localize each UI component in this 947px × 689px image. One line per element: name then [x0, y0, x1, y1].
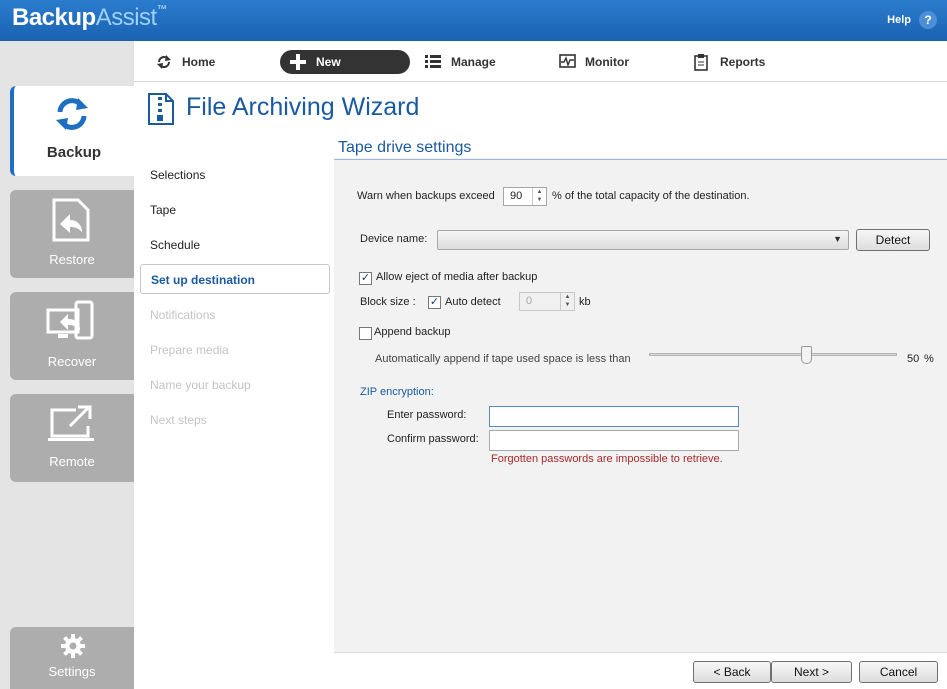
- wizard-title: File Archiving Wizard: [186, 93, 420, 121]
- section-divider: [334, 159, 947, 160]
- auto-append-label: Automatically append if tape used space …: [375, 353, 631, 365]
- block-size-value: 0: [526, 295, 533, 307]
- step-prepare-media: Prepare media: [150, 343, 229, 357]
- allow-eject-checkbox[interactable]: ✓: [359, 272, 372, 285]
- device-name-dropdown[interactable]: ▼: [437, 230, 849, 250]
- nav-monitor[interactable]: Monitor: [559, 50, 649, 74]
- restore-icon: [52, 198, 90, 242]
- auto-append-slider-thumb[interactable]: [800, 346, 812, 364]
- sidebar-item-remote[interactable]: Remote: [10, 394, 134, 482]
- nav-home-label: Home: [182, 55, 216, 69]
- sidebar-label-backup: Backup: [46, 144, 102, 161]
- warn-capacity-value: 90: [510, 190, 523, 202]
- next-button[interactable]: Next >: [771, 661, 852, 683]
- enter-password-label: Enter password:: [387, 409, 467, 421]
- brand-part2: Assist: [95, 4, 158, 31]
- nav-home[interactable]: Home: [156, 50, 236, 74]
- brand-part1: Backup: [12, 4, 96, 31]
- sidebar-label-restore: Restore: [49, 252, 95, 267]
- warn-prefix-label: Warn when backups exceed: [357, 190, 495, 202]
- gear-icon: [61, 634, 85, 658]
- append-backup-label: Append backup: [374, 326, 451, 338]
- clipboard-icon: [694, 54, 708, 71]
- nav-reports-label: Reports: [720, 55, 766, 69]
- help-link[interactable]: Help: [887, 14, 911, 26]
- block-size-spinner: 0 ▲ ▼: [519, 292, 575, 311]
- auto-append-unit: %: [924, 353, 934, 365]
- spinner-arrows-icon: ▲ ▼: [560, 293, 574, 310]
- sidebar-item-settings[interactable]: Settings: [10, 627, 134, 689]
- recover-icon: [46, 300, 94, 340]
- backup-sync-icon: [56, 98, 88, 130]
- sidebar-label-settings: Settings: [48, 664, 96, 679]
- step-tape[interactable]: Tape: [140, 195, 330, 225]
- password-warning: Forgotten passwords are impossible to re…: [491, 453, 723, 465]
- section-title: Tape drive settings: [338, 139, 472, 156]
- auto-append-percent: 50: [907, 353, 920, 365]
- step-notifications: Notifications: [150, 308, 216, 322]
- wizard-steps: Selections Tape Schedule Set up destinat…: [134, 158, 334, 689]
- chevron-down-icon: ▼: [833, 234, 842, 244]
- auto-detect-label: Auto detect: [445, 296, 501, 308]
- nav-manage-label: Manage: [451, 55, 496, 69]
- sidebar-item-backup[interactable]: Backup: [10, 86, 134, 176]
- brand-logo: BackupAssist™: [12, 4, 167, 32]
- zip-archive-icon: [148, 93, 174, 125]
- warn-suffix-label: % of the total capacity of the destinati…: [552, 190, 750, 202]
- auto-detect-checkbox[interactable]: ✓: [428, 296, 441, 309]
- nav-monitor-label: Monitor: [585, 55, 629, 69]
- zip-encryption-heading: ZIP encryption:: [360, 386, 434, 398]
- monitor-pulse-icon: [559, 54, 576, 68]
- append-backup-checkbox[interactable]: [359, 327, 372, 340]
- nav-manage[interactable]: Manage: [425, 50, 515, 74]
- warn-capacity-spinner[interactable]: 90 ▲ ▼: [503, 187, 547, 206]
- cancel-button[interactable]: Cancel: [859, 661, 938, 683]
- detect-button[interactable]: Detect: [856, 229, 930, 251]
- step-set-up-destination[interactable]: Set up destination: [140, 264, 330, 294]
- step-name-your-backup: Name your backup: [150, 378, 251, 392]
- spinner-arrows-icon[interactable]: ▲ ▼: [532, 188, 546, 205]
- plus-icon: [290, 54, 306, 70]
- confirm-password-label: Confirm password:: [387, 433, 479, 445]
- step-schedule[interactable]: Schedule: [140, 230, 330, 260]
- sidebar-item-recover[interactable]: Recover: [10, 292, 134, 380]
- list-icon: [425, 55, 441, 68]
- back-button[interactable]: < Back: [693, 661, 771, 683]
- auto-append-slider-track[interactable]: [649, 353, 897, 356]
- step-next-steps: Next steps: [150, 413, 207, 427]
- enter-password-field[interactable]: [489, 406, 739, 427]
- app-header: BackupAssist™ Help ?: [0, 0, 947, 41]
- device-name-label: Device name:: [360, 233, 428, 245]
- remote-icon: [48, 405, 94, 441]
- nav-new-label: New: [316, 55, 341, 69]
- sidebar-label-recover: Recover: [47, 354, 97, 369]
- allow-eject-label: Allow eject of media after backup: [376, 271, 538, 283]
- home-refresh-icon: [157, 55, 171, 69]
- brand-tm: ™: [156, 4, 167, 15]
- help-icon[interactable]: ?: [919, 11, 937, 29]
- step-selections[interactable]: Selections: [140, 160, 330, 190]
- sidebar-item-restore[interactable]: Restore: [10, 190, 134, 278]
- block-size-unit: kb: [579, 296, 591, 308]
- confirm-password-field[interactable]: [489, 430, 739, 451]
- block-size-label: Block size :: [360, 296, 416, 308]
- nav-new[interactable]: New: [280, 50, 410, 74]
- nav-reports[interactable]: Reports: [694, 50, 784, 74]
- footer-divider: [334, 652, 947, 653]
- sidebar-label-remote: Remote: [49, 454, 95, 469]
- top-nav: Home New Manage Monitor Reports: [134, 41, 947, 82]
